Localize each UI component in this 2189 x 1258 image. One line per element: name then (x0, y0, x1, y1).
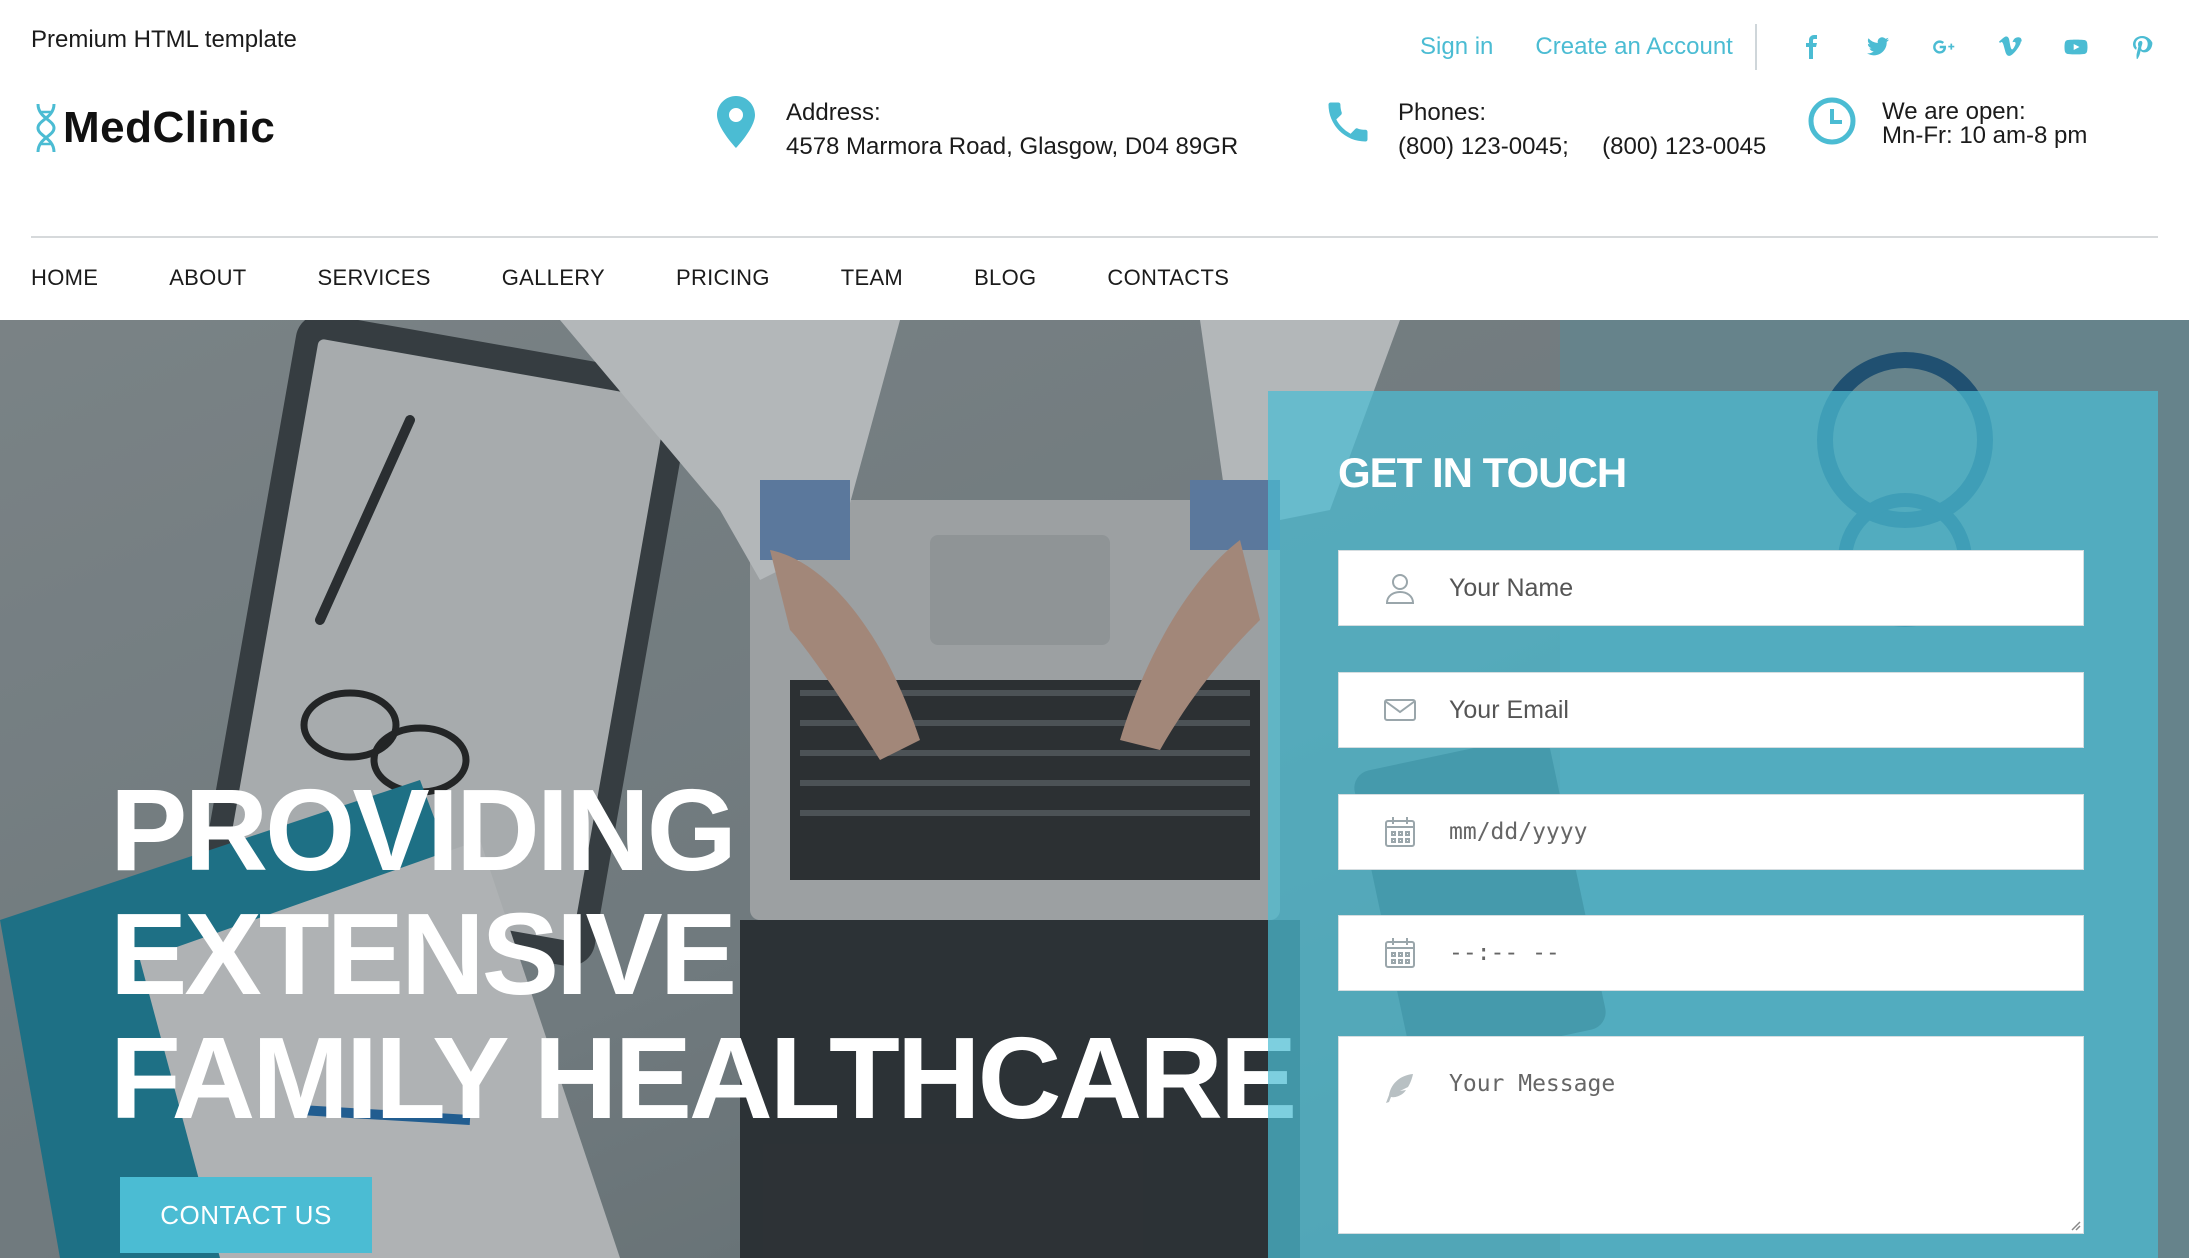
hours-label: We are open: (1882, 98, 2026, 125)
nav-pricing[interactable]: PRICING (676, 265, 770, 291)
phones-value: (800) 123-0045; (800) 123-0045 (1398, 130, 1766, 164)
nav-gallery[interactable]: GALLERY (502, 265, 605, 291)
phone-icon (1322, 96, 1374, 148)
hours-block: We are open: Mn-Fr: 10 am-8 pm (1806, 96, 2087, 148)
hours-value: Mn-Fr: 10 am-8 pm (1882, 122, 2088, 149)
message-textarea[interactable]: Your Message (1338, 1036, 2084, 1234)
form-title: GET IN TOUCH (1338, 449, 1627, 496)
name-input[interactable]: Your Name (1338, 550, 2084, 626)
calendar-icon (1339, 815, 1461, 849)
phone-number-2[interactable]: (800) 123-0045 (1602, 133, 1766, 160)
hero-section: PROVIDING EXTENSIVE FAMILY HEALTHCARE CO… (0, 320, 2189, 1258)
top-links: Sign in Create an Account (1420, 24, 2175, 70)
social-links (1779, 29, 2175, 65)
nav-about[interactable]: ABOUT (169, 265, 246, 291)
contact-form: GET IN TOUCH Your Name Your Email mm/dd/… (1268, 391, 2158, 1258)
facebook-icon[interactable] (1779, 29, 1845, 65)
tagline: Premium HTML template (31, 26, 297, 53)
user-icon (1339, 571, 1461, 605)
hero-title-line-3: FAMILY HEALTHCARE (110, 1013, 1297, 1143)
email-input[interactable]: Your Email (1338, 672, 2084, 748)
twitter-icon[interactable] (1845, 29, 1911, 65)
message-placeholder: Your Message (1449, 1071, 1616, 1097)
nav-home[interactable]: HOME (31, 265, 98, 291)
address-value: 4578 Marmora Road, Glasgow, D04 89GR (786, 133, 1239, 160)
nav-contacts[interactable]: CONTACTS (1107, 265, 1229, 291)
resize-handle-icon[interactable] (2067, 1217, 2081, 1231)
address-block: Address: 4578 Marmora Road, Glasgow, D04… (710, 96, 1238, 164)
logo-text: MedClinic (63, 103, 276, 152)
top-links-separator (1754, 24, 1757, 70)
nav-blog[interactable]: BLOG (974, 265, 1036, 291)
pinterest-icon[interactable] (2109, 29, 2175, 65)
sign-in-link[interactable]: Sign in (1420, 33, 1493, 61)
vimeo-icon[interactable] (1977, 29, 2043, 65)
time-input[interactable]: --:-- -- (1338, 915, 2084, 991)
hero-title-line-2: EXTENSIVE (110, 889, 737, 1019)
contact-us-button[interactable]: CONTACT US (120, 1177, 372, 1253)
header-divider (31, 236, 2158, 238)
create-account-link[interactable]: Create an Account (1535, 33, 1732, 61)
logo[interactable]: MedClinic (33, 100, 275, 156)
google-plus-icon[interactable] (1911, 29, 1977, 65)
nav-team[interactable]: TEAM (841, 265, 903, 291)
youtube-icon[interactable] (2043, 29, 2109, 65)
time-placeholder: --:-- -- (1449, 940, 1560, 966)
hero-title-line-1: PROVIDING (110, 765, 737, 895)
email-placeholder: Your Email (1449, 695, 1569, 724)
address-label: Address: (786, 99, 881, 126)
phone-block: Phones: (800) 123-0045; (800) 123-0045 (1322, 96, 1766, 164)
calendar-icon (1339, 936, 1461, 970)
phones-label: Phones: (1398, 99, 1487, 126)
date-placeholder: mm/dd/yyyy (1449, 819, 1588, 845)
name-placeholder: Your Name (1449, 573, 1574, 602)
envelope-icon (1339, 693, 1461, 727)
date-input[interactable]: mm/dd/yyyy (1338, 794, 2084, 870)
feather-icon (1339, 1071, 1461, 1105)
map-pin-icon (710, 96, 762, 148)
nav-services[interactable]: SERVICES (318, 265, 431, 291)
dna-icon (36, 103, 56, 153)
main-nav: HOME ABOUT SERVICES GALLERY PRICING TEAM… (31, 265, 1300, 291)
hero-title: PROVIDING EXTENSIVE FAMILY HEALTHCARE (110, 765, 1297, 1143)
clock-icon (1806, 96, 1858, 146)
phone-number-1[interactable]: (800) 123-0045; (1398, 133, 1569, 160)
